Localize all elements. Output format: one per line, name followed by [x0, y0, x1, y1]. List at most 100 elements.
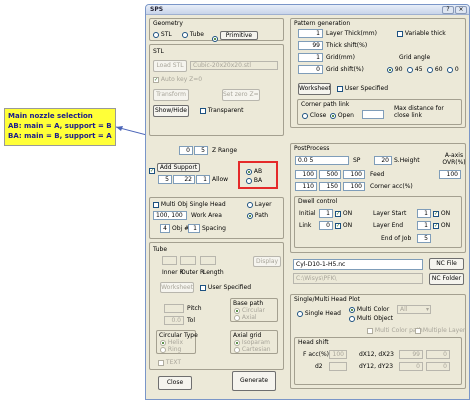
close-icon[interactable]: × [455, 6, 467, 14]
end-of-job-input[interactable]: 5 [417, 234, 431, 243]
grid-input[interactable]: 1 [298, 53, 323, 62]
inner-r-input[interactable] [162, 256, 177, 265]
multi-object-radio[interactable]: Multi Object [349, 315, 393, 322]
base-path-circular[interactable]: Circular [234, 307, 265, 314]
initial-on-checkbox[interactable]: ✓ ON [335, 210, 352, 217]
set-zero-button[interactable]: Set zero Z=0 [222, 89, 260, 101]
sp-label: SP [353, 157, 361, 164]
corner-acc-input-3[interactable]: 100 [343, 182, 365, 191]
base-path-axial[interactable]: Axial [234, 314, 257, 321]
outer-r-input[interactable] [180, 256, 196, 265]
corner-open-radio[interactable]: Open [330, 112, 354, 119]
length-input[interactable] [200, 256, 216, 265]
single-head-radio[interactable]: Single Head [297, 310, 341, 317]
layer-thick-input[interactable]: 1 [298, 29, 323, 38]
initial-label: Initial [299, 210, 316, 217]
support-value3-input[interactable]: 1 [196, 175, 210, 184]
multi-color-radio[interactable]: Multi Color [349, 306, 389, 313]
pattern-worksheet-button[interactable]: Worksheet [298, 83, 331, 95]
facc-input[interactable]: 100 [329, 350, 347, 359]
nozzle-option-ab[interactable]: AB [246, 168, 262, 175]
layer-start-on-checkbox[interactable]: ✓ ON [433, 210, 450, 217]
circular-type-group: Circular Type Helix Ring [156, 330, 198, 354]
pattern-group: Pattern generation 1 Layer Thick(mm) Var… [290, 18, 466, 128]
tol-input[interactable]: 0.0 [164, 316, 184, 325]
layer-end-input[interactable]: 1 [417, 221, 431, 230]
grid-shift-input[interactable]: 0 [298, 65, 323, 74]
display-button[interactable]: Display [253, 256, 281, 267]
help-icon[interactable]: ? [442, 6, 454, 14]
s-height-input[interactable]: 20 [374, 156, 392, 165]
z-range-to-input[interactable]: 5 [194, 146, 208, 155]
auto-key-checkbox[interactable]: ✓ Auto key Z=0 [153, 76, 202, 83]
sp-input[interactable]: 0.0 5 [295, 156, 349, 165]
grid-angle-60[interactable]: 60 [427, 66, 443, 73]
axial-grid-title: Axial grid [233, 332, 262, 339]
link-input[interactable]: 0 [319, 221, 333, 230]
max-distance-input[interactable] [362, 110, 384, 119]
variable-thick-checkbox[interactable]: Variable thick [397, 30, 446, 37]
transform-button[interactable]: Transform [153, 89, 189, 101]
initial-input[interactable]: 1 [319, 209, 333, 218]
geometry-option-tube[interactable]: Tube [182, 31, 204, 38]
geometry-option-primitive[interactable]: Primitive [212, 31, 258, 42]
load-stl-button[interactable]: Load STL [153, 60, 187, 72]
feed-input-3[interactable]: 100 [343, 170, 365, 179]
thick-shift-input[interactable]: 99 [298, 41, 323, 50]
text-checkbox[interactable]: TEXT [158, 359, 181, 366]
dx23-input[interactable]: 0 [426, 350, 450, 359]
stl-file-input[interactable]: Cubic-20x20x20.stl [190, 61, 278, 70]
tube-user-specified-checkbox[interactable]: User Specified [200, 284, 251, 291]
layer-start-input[interactable]: 1 [417, 209, 431, 218]
radio-icon [160, 346, 166, 353]
support-value2-input[interactable]: 22 [173, 175, 195, 184]
dy23-input[interactable]: 0 [426, 362, 450, 371]
corner-acc-input-1[interactable]: 110 [295, 182, 317, 191]
spacing-input[interactable]: 1 [188, 224, 200, 233]
axial-grid-isoparam[interactable]: Isoparam [234, 339, 270, 346]
nozzle-option-ba[interactable]: BA [246, 177, 262, 184]
corner-acc-input-2[interactable]: 150 [319, 182, 341, 191]
work-area-input[interactable]: 100, 100 [153, 211, 187, 220]
layer-end-on-checkbox[interactable]: ✓ ON [433, 222, 450, 229]
dy12-input[interactable]: 0 [399, 362, 423, 371]
circular-type-ring[interactable]: Ring [160, 346, 181, 353]
axial-grid-cartesian[interactable]: Cartesian [234, 346, 271, 353]
feed-input-1[interactable]: 100 [295, 170, 317, 179]
nc-file-input[interactable]: Cyl-D10-1-H5.nc [293, 259, 423, 270]
multiple-layer-checkbox[interactable]: Multiple Layer [415, 327, 465, 334]
transparent-checkbox[interactable]: Transparent [200, 107, 243, 114]
close-button[interactable]: Close [158, 376, 192, 390]
radio-icon [427, 66, 433, 73]
link-on-checkbox[interactable]: ✓ ON [335, 222, 352, 229]
geometry-option-stl[interactable]: STL [153, 31, 172, 38]
show-hide-button[interactable]: Show/Hide [153, 105, 189, 117]
path-radio[interactable]: Path [247, 212, 268, 219]
generate-button[interactable]: Generate [232, 371, 276, 391]
a-axis-input[interactable]: 100 [439, 170, 461, 179]
layer-radio[interactable]: Layer [247, 201, 272, 208]
tube-worksheet-button[interactable]: Worksheet [160, 282, 194, 293]
dx12-input[interactable]: 99 [399, 350, 423, 359]
nc-file-button[interactable]: NC File [429, 258, 464, 270]
obj-count-input[interactable]: 4 [160, 224, 170, 233]
nc-folder-input[interactable]: C:\Wisys\PFK\ [293, 273, 423, 284]
dy-label: dY12, dY23 [359, 363, 394, 370]
grid-angle-90[interactable]: 90 [387, 66, 403, 73]
corner-close-radio[interactable]: Close [302, 112, 326, 119]
color-select[interactable]: All ▾ [397, 305, 431, 314]
feed-input-2[interactable]: 500 [319, 170, 341, 179]
pitch-input[interactable] [164, 304, 184, 313]
z-range-from-input[interactable]: 0 [179, 146, 193, 155]
grid-angle-45[interactable]: 45 [407, 66, 423, 73]
feed-label: Feed [370, 171, 385, 178]
add-support-checkbox[interactable]: ✓ Add Support [149, 163, 201, 174]
checkbox-icon [153, 201, 159, 208]
support-value1-input[interactable]: 5 [158, 175, 172, 184]
d2-input[interactable] [329, 362, 347, 371]
grid-angle-0[interactable]: 0 [447, 66, 459, 73]
multi-obj-checkbox[interactable]: Multi Obj Single Head [153, 201, 226, 208]
nc-folder-button[interactable]: NC Folder [429, 273, 464, 285]
circular-type-helix[interactable]: Helix [160, 339, 183, 346]
pattern-user-specified-checkbox[interactable]: User Specified [337, 85, 388, 92]
